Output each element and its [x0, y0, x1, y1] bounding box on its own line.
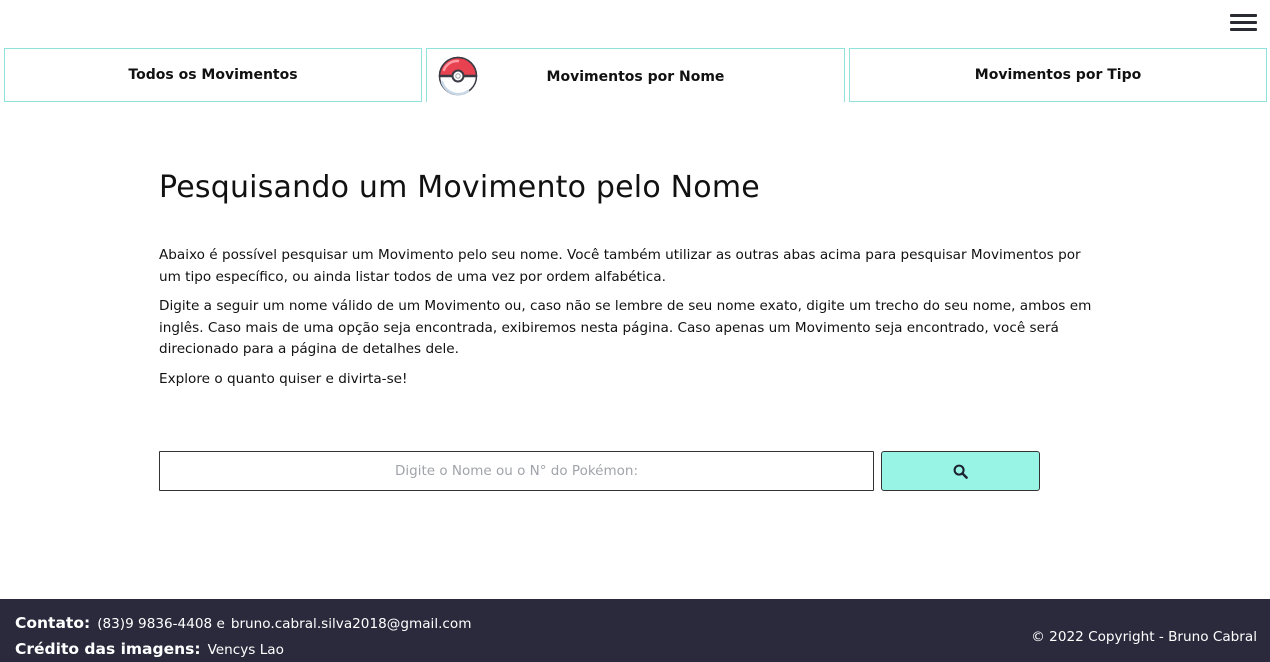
- search-icon: [953, 464, 968, 479]
- main-content: Pesquisando um Movimento pelo Nome: [159, 170, 1089, 205]
- contact-phone: (83)9 9836-4408 e: [97, 616, 225, 632]
- tab-bar: Todos os Movimentos Movimentos por Nome …: [4, 48, 1267, 102]
- top-bar: [0, 0, 1270, 48]
- credits-value: Vencys Lao: [207, 642, 284, 658]
- description-paragraph: Digite a seguir um nome válido de um Mov…: [159, 298, 1092, 357]
- hamburger-menu-icon[interactable]: [1230, 13, 1258, 35]
- copyright-text: © 2022 Copyright - Bruno Cabral: [1031, 629, 1257, 645]
- credits-label: Crédito das imagens:: [15, 640, 201, 658]
- tab-movimentos-por-tipo[interactable]: Movimentos por Tipo: [849, 48, 1267, 102]
- description-paragraph: Explore o quanto quiser e divirta-se!: [159, 370, 408, 387]
- tab-movimentos-por-nome[interactable]: Movimentos por Nome: [426, 48, 845, 102]
- tab-label: Movimentos por Tipo: [974, 67, 1142, 83]
- search-form: [159, 451, 1040, 491]
- page-title: Pesquisando um Movimento pelo Nome: [159, 170, 760, 205]
- contact-email-link[interactable]: bruno.cabral.silva2018@gmail.com: [231, 616, 472, 632]
- search-input[interactable]: [159, 451, 874, 491]
- menu-line: [1230, 28, 1257, 31]
- contact-label: Contato:: [15, 614, 91, 632]
- description: Abaixo é possível pesquisar um Movimento…: [159, 245, 1094, 398]
- tab-label: Todos os Movimentos: [128, 67, 298, 83]
- tab-todos-movimentos[interactable]: Todos os Movimentos: [4, 48, 422, 102]
- menu-line: [1230, 21, 1257, 24]
- pokeball-icon: [438, 56, 478, 96]
- tab-label: Movimentos por Nome: [546, 68, 725, 85]
- search-button[interactable]: [881, 451, 1040, 491]
- description-paragraph: Abaixo é possível pesquisar um Movimento…: [159, 247, 1081, 285]
- credits-row: Crédito das imagens: Vencys Lao: [15, 640, 284, 658]
- contact-row: Contato: (83)9 9836-4408 e bruno.cabral.…: [15, 614, 471, 632]
- footer: Contato: (83)9 9836-4408 e bruno.cabral.…: [0, 599, 1270, 662]
- menu-line: [1230, 14, 1257, 17]
